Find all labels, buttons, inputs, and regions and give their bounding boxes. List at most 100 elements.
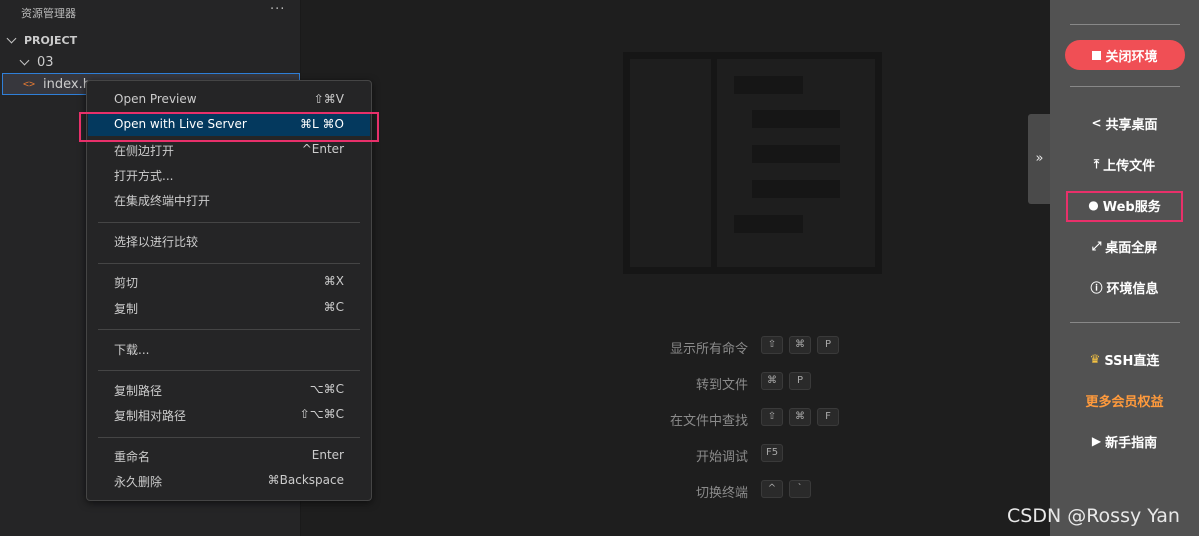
stop-icon xyxy=(1092,50,1102,60)
shortcut-label: 在文件中查找 xyxy=(669,414,748,429)
menu-item-open-with[interactable]: 打开方式... xyxy=(87,164,371,186)
menu-item-select-for-compare[interactable]: 选择以进行比较 xyxy=(87,230,371,252)
html-file-icon: <> xyxy=(23,78,36,90)
share-icon: < xyxy=(1091,116,1102,130)
menu-item-label: 复制路径 xyxy=(114,384,163,398)
menu-item-shortcut: ⌘C xyxy=(323,300,344,314)
upload-icon: ⤒ xyxy=(1093,156,1100,171)
menu-item-open-in-terminal[interactable]: 在集成终端中打开 xyxy=(87,189,371,211)
menu-item-label: 剪切 xyxy=(114,276,139,290)
menu-item-copy[interactable]: 复制 ⌘C xyxy=(87,297,371,319)
menu-item-label: 在侧边打开 xyxy=(114,144,175,158)
menu-item-label: 重命名 xyxy=(114,450,151,464)
key-cap: ` xyxy=(789,480,811,498)
shortcut-label: 显示所有命令 xyxy=(669,342,748,357)
share-desktop-label: 共享桌面 xyxy=(1105,117,1158,133)
live-server-highlight-box xyxy=(79,112,379,142)
environment-panel: 关闭环境 < 共享桌面 ⤒ 上传文件 ● Web服务 ⤢ 桌面全屏 ⓘ 环境信息… xyxy=(1050,0,1199,536)
menu-separator xyxy=(98,437,360,438)
environment-info-button[interactable]: ⓘ 环境信息 xyxy=(1050,275,1199,299)
key-cap: ⌘ xyxy=(789,408,811,426)
menu-item-download[interactable]: 下载... xyxy=(87,338,371,360)
play-icon: ▶ xyxy=(1091,434,1102,448)
menu-item-label: 在集成终端中打开 xyxy=(114,194,211,208)
file-label: index.h xyxy=(43,76,91,92)
info-icon: ⓘ xyxy=(1090,280,1103,295)
shortcut-show-commands: 显示所有命令 ⇧ ⌘ P xyxy=(301,336,1050,358)
menu-item-open-to-side[interactable]: 在侧边打开 ^Enter xyxy=(87,139,371,161)
folder-03[interactable]: 03 xyxy=(0,51,301,73)
menu-item-shortcut: ⌘X xyxy=(323,274,344,288)
menu-item-label: 复制相对路径 xyxy=(114,409,187,423)
menu-item-copy-relative-path[interactable]: 复制相对路径 ⇧⌥⌘C xyxy=(87,404,371,426)
menu-item-label: 永久删除 xyxy=(114,475,163,489)
more-actions-icon[interactable]: ··· xyxy=(270,2,285,17)
key-cap: ⇧ xyxy=(761,408,783,426)
menu-separator xyxy=(98,370,360,371)
shortcut-label: 转到文件 xyxy=(695,378,748,393)
folder-label: 03 xyxy=(37,54,54,70)
fullscreen-label: 桌面全屏 xyxy=(1105,240,1158,256)
divider xyxy=(1070,86,1180,87)
member-benefits-label: 更多会员权益 xyxy=(1085,394,1164,410)
menu-item-copy-path[interactable]: 复制路径 ⌥⌘C xyxy=(87,379,371,401)
key-cap: ^ xyxy=(761,480,783,498)
menu-item-label: 下载... xyxy=(114,343,150,357)
key-cap: ⌘ xyxy=(761,372,783,390)
shortcut-label: 切换终端 xyxy=(695,486,748,501)
chevron-down-icon xyxy=(6,33,17,43)
menu-item-rename[interactable]: 重命名 Enter xyxy=(87,445,371,467)
shortcut-start-debugging: 开始调试 F5 xyxy=(301,444,1050,466)
ssh-connect-button[interactable]: ♛ SSH直连 xyxy=(1050,347,1199,371)
menu-item-shortcut: ⌥⌘C xyxy=(309,382,344,396)
upload-file-label: 上传文件 xyxy=(1103,158,1156,174)
shortcut-find-in-files: 在文件中查找 ⇧ ⌘ F xyxy=(301,408,1050,430)
key-cap: F xyxy=(817,408,839,426)
divider xyxy=(1070,24,1180,25)
close-environment-button[interactable]: 关闭环境 xyxy=(1065,40,1185,70)
menu-separator xyxy=(98,263,360,264)
share-desktop-button[interactable]: < 共享桌面 xyxy=(1050,111,1199,135)
ssh-label: SSH直连 xyxy=(1104,353,1160,369)
key-cap: ⇧ xyxy=(761,336,783,354)
key-cap: ⌘ xyxy=(789,336,811,354)
menu-separator xyxy=(98,222,360,223)
member-benefits-link[interactable]: 更多会员权益 xyxy=(1050,388,1199,412)
shortcut-toggle-terminal: 切换终端 ^ ` xyxy=(301,480,1050,502)
beginner-guide-label: 新手指南 xyxy=(1105,435,1158,451)
explorer-title: 资源管理器 xyxy=(21,7,76,20)
key-cap: P xyxy=(789,372,811,390)
collapse-panel-tab[interactable]: » xyxy=(1028,114,1051,204)
menu-item-label: 复制 xyxy=(114,302,139,316)
menu-item-shortcut: ⌘Backspace xyxy=(267,473,344,487)
menu-item-shortcut: ⇧⌥⌘C xyxy=(299,407,344,421)
beginner-guide-button[interactable]: ▶ 新手指南 xyxy=(1050,429,1199,453)
shortcut-go-to-file: 转到文件 ⌘ P xyxy=(301,372,1050,394)
menu-item-delete-permanently[interactable]: 永久删除 ⌘Backspace xyxy=(87,470,371,492)
context-menu: Open Preview ⇧⌘V Open with Live Server ⌘… xyxy=(86,80,372,501)
csdn-watermark: CSDN @Rossy Yan xyxy=(1007,505,1180,527)
expand-icon: ⤢ xyxy=(1091,238,1102,253)
key-cap: P xyxy=(817,336,839,354)
chevron-down-icon xyxy=(19,55,30,65)
divider xyxy=(1070,322,1180,323)
editor-area: 显示所有命令 ⇧ ⌘ P 转到文件 ⌘ P 在文件中查找 ⇧ ⌘ F 开始调试 … xyxy=(301,0,1050,536)
menu-item-shortcut: ⇧⌘V xyxy=(313,92,344,106)
menu-item-label: Open Preview xyxy=(114,92,197,106)
project-section-header[interactable]: PROJECT xyxy=(0,29,301,51)
shortcut-label: 开始调试 xyxy=(695,450,748,465)
upload-file-button[interactable]: ⤒ 上传文件 xyxy=(1050,152,1199,176)
menu-item-shortcut: Enter xyxy=(311,448,344,462)
project-label: PROJECT xyxy=(24,33,78,47)
menu-item-open-preview[interactable]: Open Preview ⇧⌘V xyxy=(87,89,371,111)
menu-item-cut[interactable]: 剪切 ⌘X xyxy=(87,271,371,293)
vscode-watermark-logo xyxy=(623,52,882,274)
fullscreen-button[interactable]: ⤢ 桌面全屏 xyxy=(1050,234,1199,258)
key-cap: F5 xyxy=(761,444,784,462)
menu-separator xyxy=(98,329,360,330)
menu-item-label: 选择以进行比较 xyxy=(114,235,199,249)
web-service-highlight-box xyxy=(1066,191,1183,222)
close-environment-label: 关闭环境 xyxy=(1105,49,1158,65)
menu-item-shortcut: ^Enter xyxy=(301,142,344,156)
environment-info-label: 环境信息 xyxy=(1106,281,1159,297)
